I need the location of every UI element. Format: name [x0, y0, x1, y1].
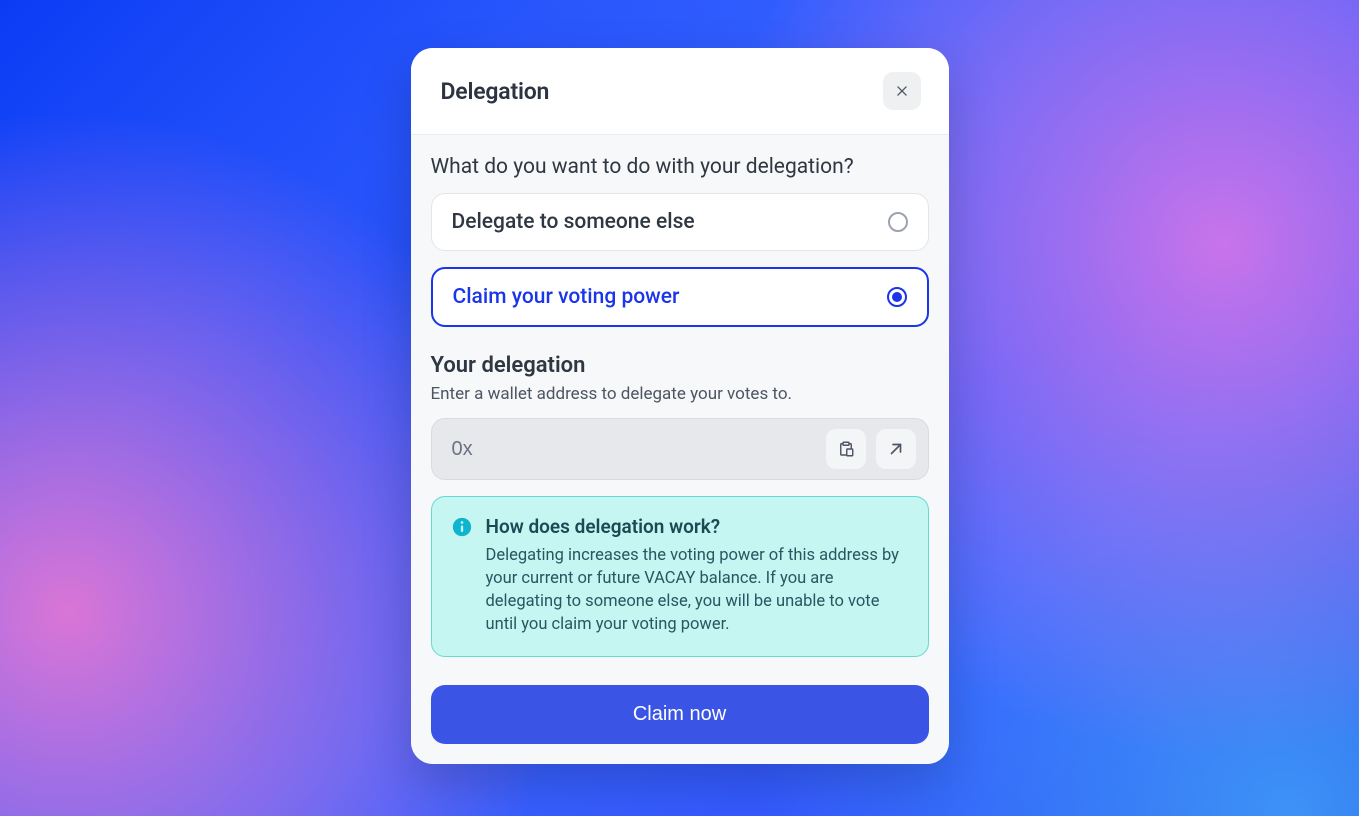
- paste-icon: [837, 440, 855, 458]
- delegation-info-box: How does delegation work? Delegating inc…: [431, 496, 929, 657]
- option-claim-voting-power[interactable]: Claim your voting power: [431, 267, 929, 327]
- your-delegation-subtitle: Enter a wallet address to delegate your …: [431, 384, 929, 404]
- radio-unselected-icon: [888, 212, 908, 232]
- wallet-address-input[interactable]: [452, 438, 816, 461]
- info-title: How does delegation work?: [486, 515, 906, 538]
- info-body: Delegating increases the voting power of…: [486, 544, 906, 636]
- close-button[interactable]: [883, 72, 921, 110]
- modal-body: What do you want to do with your delegat…: [411, 135, 949, 764]
- wallet-address-row: [431, 418, 929, 480]
- modal-header: Delegation: [411, 48, 949, 135]
- radio-selected-icon: [887, 287, 907, 307]
- open-external-button[interactable]: [876, 429, 916, 469]
- paste-button[interactable]: [826, 429, 866, 469]
- modal-title: Delegation: [441, 78, 550, 105]
- delegation-question: What do you want to do with your delegat…: [431, 155, 929, 193]
- your-delegation-title: Your delegation: [431, 353, 929, 378]
- close-icon: [895, 84, 909, 98]
- option-delegate-to-someone[interactable]: Delegate to someone else: [431, 193, 929, 251]
- option-claim-label: Claim your voting power: [453, 285, 680, 309]
- delegation-modal: Delegation What do you want to do with y…: [411, 48, 949, 764]
- claim-now-button[interactable]: Claim now: [431, 685, 929, 744]
- arrow-up-right-icon: [887, 440, 905, 458]
- option-delegate-label: Delegate to someone else: [452, 210, 695, 234]
- info-icon: [452, 517, 472, 537]
- info-text: How does delegation work? Delegating inc…: [486, 515, 906, 636]
